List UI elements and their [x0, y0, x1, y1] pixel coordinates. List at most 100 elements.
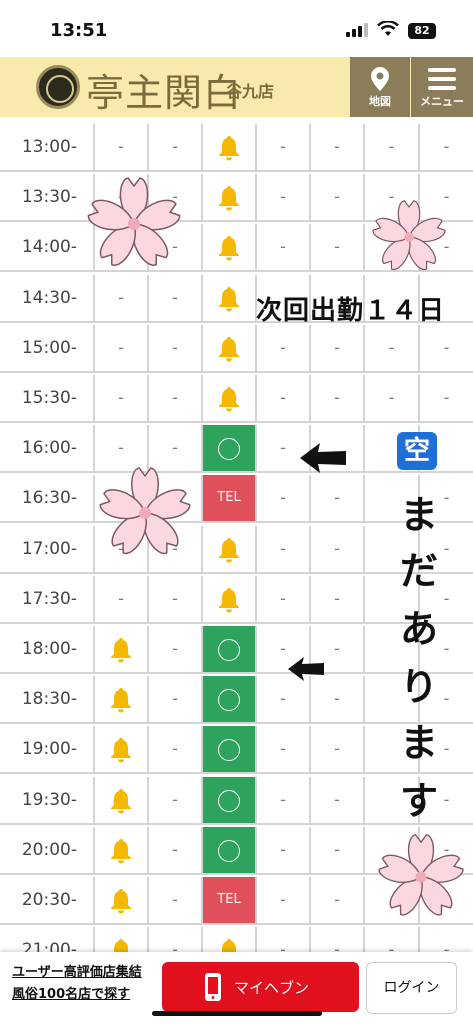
bell-icon [219, 135, 239, 160]
slot-tel[interactable]: TEL [201, 877, 255, 923]
bell-icon [219, 235, 239, 260]
slot-unavailable: - [93, 124, 147, 170]
overlay-char: す [399, 779, 438, 823]
slot-waiting[interactable] [93, 626, 147, 672]
bell-icon [111, 838, 131, 863]
bell-icon [219, 386, 239, 411]
overlay-char: あ [399, 607, 438, 651]
promo-line-1: ユーザー高評価店集結 [12, 965, 142, 980]
time-slot-label: 14:30- [21, 288, 77, 308]
menu-button-label: メニュー [420, 95, 464, 108]
slot-unavailable: - [147, 827, 201, 873]
bell-icon [111, 687, 131, 712]
time-slot-label: 17:30- [21, 589, 77, 609]
time-slot-label: 17:00- [21, 539, 77, 559]
slot-waiting[interactable] [93, 777, 147, 823]
slot-unavailable: - [255, 827, 309, 873]
slot-unavailable: - [255, 475, 309, 521]
time-slot-label: 15:30- [21, 388, 77, 408]
slot-unavailable: - [309, 375, 363, 421]
slot-unavailable: - [147, 576, 201, 622]
slot-unavailable: - [418, 325, 473, 371]
bell-icon [219, 286, 239, 311]
slot-available[interactable] [201, 626, 255, 672]
cellular-signal-icon [346, 23, 368, 37]
slot-waiting[interactable] [201, 224, 255, 270]
time-slot-label: 20:30- [21, 890, 77, 910]
slot-unavailable: - [255, 576, 309, 622]
slot-waiting[interactable] [201, 275, 255, 321]
slot-available[interactable] [201, 827, 255, 873]
map-button[interactable]: 地図 [350, 57, 410, 117]
circle-icon [218, 839, 240, 862]
slot-waiting[interactable] [93, 726, 147, 772]
promo-line-2: 風俗100名店で探す [12, 987, 131, 1002]
slot-unavailable: - [93, 375, 147, 421]
slot-unavailable: - [147, 626, 201, 672]
time-slot-label: 18:30- [21, 689, 77, 709]
slot-unavailable: - [255, 777, 309, 823]
sakura-flower-icon [372, 832, 470, 922]
slot-unavailable: - [309, 224, 363, 270]
slot-unavailable: - [363, 124, 418, 170]
slot-unavailable: - [309, 777, 363, 823]
slot-available[interactable] [201, 425, 255, 471]
slot-waiting[interactable] [93, 877, 147, 923]
myheaven-button[interactable]: マイヘブン [162, 962, 359, 1012]
hamburger-icon [428, 68, 456, 90]
slot-unavailable: - [255, 375, 309, 421]
slot-unavailable: - [309, 475, 363, 521]
slot-unavailable: - [255, 174, 309, 220]
slot-unavailable: - [147, 275, 201, 321]
slot-available[interactable] [201, 676, 255, 722]
slot-unavailable: - [255, 124, 309, 170]
next-shift-notice: 次回出勤１４日 [256, 296, 446, 326]
promo-link[interactable]: ユーザー高評価店集結 風俗100名店で探す [12, 962, 152, 1006]
slot-unavailable: - [309, 726, 363, 772]
slot-waiting[interactable] [201, 174, 255, 220]
overlay-char: ま [399, 493, 438, 537]
tel-label: TEL [217, 490, 241, 505]
bell-icon [111, 737, 131, 762]
slot-unavailable: - [93, 576, 147, 622]
slot-unavailable: - [147, 877, 201, 923]
slot-tel[interactable]: TEL [201, 475, 255, 521]
slot-unavailable: - [147, 676, 201, 722]
slot-unavailable: - [255, 526, 309, 572]
slot-unavailable: - [255, 726, 309, 772]
slot-waiting[interactable] [93, 827, 147, 873]
slot-waiting[interactable] [93, 676, 147, 722]
slot-unavailable: - [255, 224, 309, 270]
login-button[interactable]: ログイン [366, 962, 457, 1014]
status-time: 13:51 [50, 20, 108, 41]
battery-indicator: 82 [408, 23, 436, 39]
slot-available[interactable] [201, 726, 255, 772]
sakura-flower-icon [94, 465, 196, 561]
status-bar: 13:51 82 [0, 0, 473, 57]
shop-logo-text[interactable]: 亭主関白 [86, 62, 242, 117]
circle-icon [218, 738, 240, 761]
bell-icon [111, 888, 131, 913]
slot-unavailable: - [363, 325, 418, 371]
slot-waiting[interactable] [201, 124, 255, 170]
slot-unavailable: - [93, 275, 147, 321]
slot-available[interactable] [201, 777, 255, 823]
slot-unavailable: - [309, 325, 363, 371]
schedule-row: 13:00- - - - - - - [0, 124, 473, 172]
menu-button[interactable]: メニュー [411, 57, 473, 117]
overlay-char: ま [399, 721, 438, 765]
sakura-flower-icon [368, 198, 450, 276]
slot-waiting[interactable] [201, 325, 255, 371]
slot-unavailable: - [309, 174, 363, 220]
logo-seal-icon[interactable] [36, 65, 80, 109]
time-slot-label: 14:00- [21, 237, 77, 257]
branch-name: 谷九店 [226, 82, 275, 101]
circle-icon [218, 789, 240, 812]
slot-unavailable: - [147, 726, 201, 772]
bell-icon [219, 336, 239, 361]
slot-unavailable: - [93, 325, 147, 371]
phone-icon [205, 973, 221, 1001]
slot-waiting[interactable] [201, 375, 255, 421]
slot-waiting[interactable] [201, 576, 255, 622]
slot-waiting[interactable] [201, 526, 255, 572]
